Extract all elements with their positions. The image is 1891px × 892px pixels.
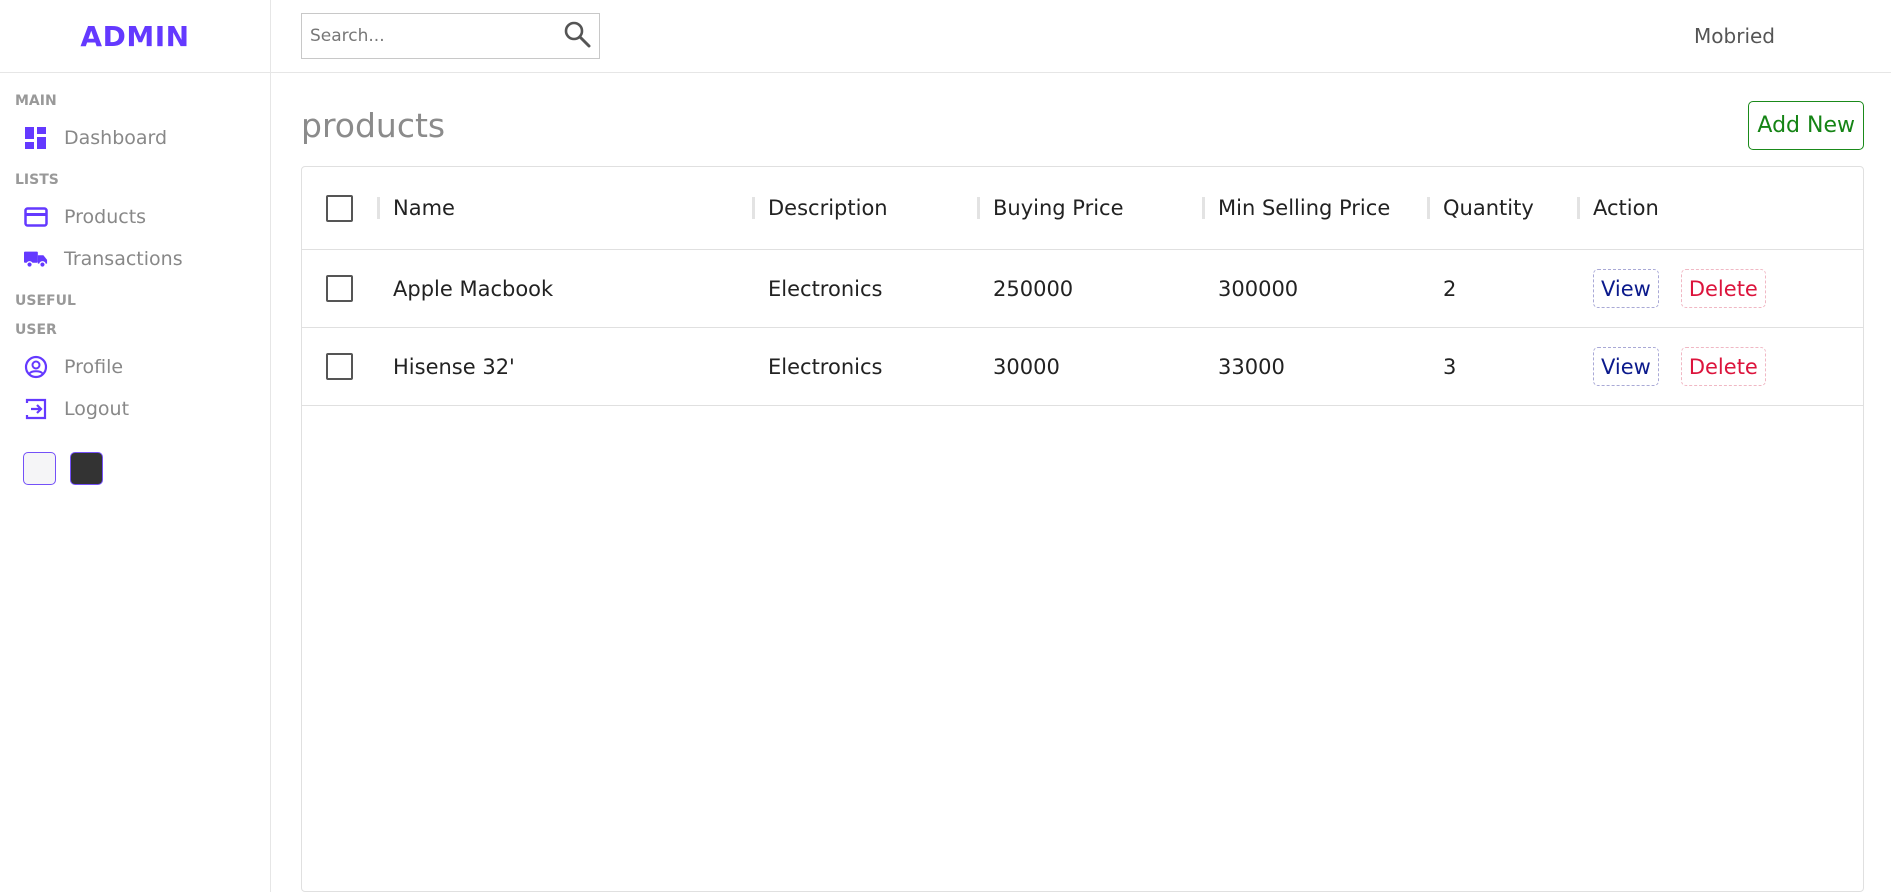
column-header-min-selling-price[interactable]: Min Selling Price	[1218, 196, 1443, 220]
cell-min-selling-price: 300000	[1218, 276, 1299, 301]
sidebar-item-profile[interactable]: Profile	[15, 346, 270, 388]
view-button[interactable]: View	[1593, 347, 1659, 386]
column-header-description[interactable]: Description	[768, 196, 993, 220]
section-title-useful: USEFUL	[15, 293, 76, 309]
column-header-name[interactable]: Name	[393, 196, 768, 220]
content: products Add New Name Description Buying…	[271, 73, 1891, 892]
section-title-lists: LISTS	[15, 172, 59, 188]
topbar: Mobried	[271, 0, 1891, 73]
column-header-buying-price[interactable]: Buying Price	[993, 196, 1218, 220]
section-title-main: MAIN	[15, 93, 57, 109]
table-header-row: Name Description Buying Price Min Sellin…	[302, 167, 1863, 250]
logout-icon	[24, 397, 48, 421]
cell-min-selling-price: 33000	[1218, 354, 1285, 379]
sidebar-item-label: Transactions	[64, 248, 183, 270]
theme-light-swatch[interactable]	[23, 452, 56, 485]
search-icon[interactable]	[563, 20, 591, 52]
sidebar-item-label: Logout	[64, 398, 130, 420]
sidebar-item-label: Profile	[64, 356, 124, 378]
user-name[interactable]: Mobried	[1694, 24, 1775, 48]
sidebar-item-transactions[interactable]: Transactions	[15, 238, 270, 280]
sidebar-item-products[interactable]: Products	[15, 196, 270, 238]
dashboard-icon	[24, 126, 48, 150]
search-box	[301, 13, 600, 59]
title-row: products Add New	[301, 99, 1864, 152]
row-checkbox[interactable]	[326, 275, 353, 302]
sidebar-item-label: Dashboard	[64, 127, 168, 149]
row-checkbox[interactable]	[326, 353, 353, 380]
cell-action: View Delete	[1593, 347, 1823, 386]
cell-quantity: 2	[1443, 276, 1457, 301]
sidebar-item-logout[interactable]: Logout	[15, 388, 270, 430]
app: ADMIN MAIN Dashboard LISTS Products Tran…	[0, 0, 1891, 892]
sidebar-nav: MAIN Dashboard LISTS Products Transactio…	[0, 73, 270, 485]
delete-button[interactable]: Delete	[1680, 269, 1766, 308]
main: Mobried products Add New Name Descriptio…	[271, 0, 1891, 892]
search-input[interactable]	[310, 26, 563, 46]
cell-description: Electronics	[768, 276, 883, 301]
select-all-checkbox[interactable]	[326, 194, 353, 222]
cell-buying-price: 30000	[993, 354, 1060, 379]
theme-dark-swatch[interactable]	[70, 452, 103, 485]
cell-name: Hisense 32'	[393, 354, 515, 379]
add-new-button[interactable]: Add New	[1748, 101, 1864, 150]
row-checkbox-cell	[302, 353, 393, 380]
sidebar: ADMIN MAIN Dashboard LISTS Products Tran…	[0, 0, 271, 892]
logo[interactable]: ADMIN	[0, 0, 270, 73]
table-row: Hisense 32' Electronics 30000 33000 3 Vi…	[302, 328, 1863, 406]
column-header-action[interactable]: Action	[1593, 196, 1823, 220]
credit-card-icon	[24, 205, 48, 229]
table-row: Apple Macbook Electronics 250000 300000 …	[302, 250, 1863, 328]
cell-description: Electronics	[768, 354, 883, 379]
row-checkbox-cell	[302, 275, 393, 302]
cell-name: Apple Macbook	[393, 276, 554, 301]
products-table: Name Description Buying Price Min Sellin…	[301, 166, 1864, 892]
profile-icon	[24, 355, 48, 379]
truck-icon	[24, 247, 48, 271]
sidebar-item-dashboard[interactable]: Dashboard	[15, 117, 270, 159]
sidebar-item-label: Products	[64, 206, 147, 228]
section-title-user: USER	[15, 322, 57, 338]
logo-text: ADMIN	[80, 19, 190, 53]
column-header-quantity[interactable]: Quantity	[1443, 196, 1593, 220]
view-button[interactable]: View	[1593, 269, 1659, 308]
delete-button[interactable]: Delete	[1680, 347, 1766, 386]
cell-action: View Delete	[1593, 269, 1823, 308]
cell-quantity: 3	[1443, 354, 1457, 379]
theme-switcher	[15, 452, 270, 485]
cell-buying-price: 250000	[993, 276, 1074, 301]
page-title: products	[301, 106, 446, 145]
